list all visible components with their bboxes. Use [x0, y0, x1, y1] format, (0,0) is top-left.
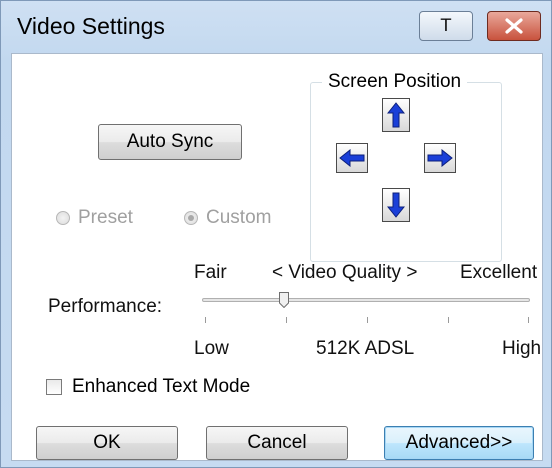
quality-fair-label: Fair — [194, 262, 227, 283]
quality-high-label: High — [502, 338, 542, 359]
enhanced-text-mode-box — [46, 379, 62, 395]
preset-label: Preset — [78, 207, 133, 228]
right-arrow-icon — [427, 149, 453, 167]
cancel-button[interactable]: Cancel — [206, 426, 348, 460]
advanced-label: Advanced>> — [405, 432, 513, 453]
enhanced-text-mode-label: Enhanced Text Mode — [72, 376, 251, 397]
slider-tick — [367, 317, 368, 323]
performance-label: Performance: — [48, 296, 163, 317]
slider-tick — [448, 317, 449, 323]
ok-label: OK — [93, 432, 121, 453]
auto-sync-button[interactable]: Auto Sync — [98, 124, 242, 160]
advanced-button[interactable]: Advanced>> — [384, 426, 534, 460]
dialog-body: Auto Sync Screen Position Preset Custom … — [11, 53, 543, 461]
quality-slider-thumb[interactable] — [279, 292, 289, 309]
enhanced-text-mode-checkbox[interactable]: Enhanced Text Mode — [46, 376, 250, 398]
preset-radio[interactable]: Preset — [56, 207, 133, 229]
screen-position-label: Screen Position — [322, 71, 468, 93]
custom-radio-dot — [184, 211, 198, 225]
quality-512k-adsl-label: 512K ADSL — [316, 338, 415, 359]
video-settings-window: Video Settings T Auto Sync Screen Positi… — [0, 0, 552, 468]
quality-excellent-label: Excellent — [460, 262, 538, 283]
quality-slider-track[interactable] — [202, 298, 530, 302]
slider-thumb-icon — [279, 292, 289, 309]
custom-label: Custom — [206, 207, 272, 228]
preset-radio-dot — [56, 211, 70, 225]
up-arrow-icon — [387, 102, 405, 128]
slider-tick — [528, 317, 529, 323]
move-right-button[interactable] — [424, 143, 456, 173]
slider-tick — [286, 317, 287, 323]
cancel-label: Cancel — [247, 432, 307, 453]
quality-low-label: Low — [194, 338, 229, 359]
help-icon: T — [440, 16, 452, 36]
auto-sync-label: Auto Sync — [126, 131, 214, 152]
custom-radio[interactable]: Custom — [184, 207, 271, 229]
close-button[interactable] — [487, 11, 541, 41]
move-left-button[interactable] — [336, 143, 368, 173]
slider-tick — [205, 317, 206, 323]
down-arrow-icon — [387, 192, 405, 218]
window-title: Video Settings — [17, 13, 165, 39]
left-arrow-icon — [339, 149, 365, 167]
close-icon — [505, 18, 523, 34]
ok-button[interactable]: OK — [36, 426, 178, 460]
title-bar[interactable]: Video Settings T — [1, 1, 551, 53]
help-button[interactable]: T — [419, 11, 473, 41]
move-up-button[interactable] — [382, 98, 410, 132]
video-quality-label: < Video Quality > — [272, 262, 418, 283]
move-down-button[interactable] — [382, 188, 410, 222]
